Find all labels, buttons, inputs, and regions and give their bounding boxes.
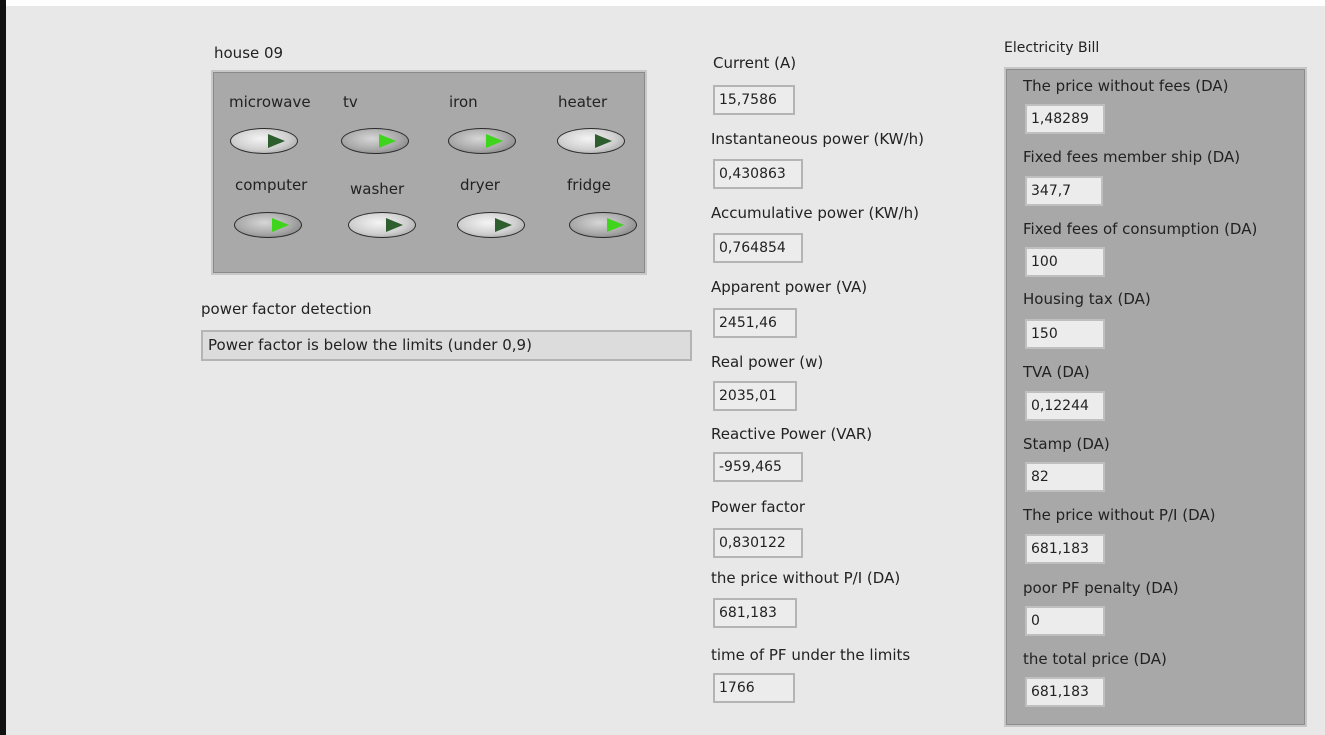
measurement-value-accumulative-power: 0,764854 — [713, 233, 803, 263]
triangle-icon — [495, 218, 512, 232]
device-label-dryer: dryer — [460, 176, 500, 194]
bill-label-fixed-fees-membership: Fixed fees member ship (DA) — [1023, 148, 1241, 166]
switch-tv[interactable] — [341, 128, 409, 154]
window-left-border — [0, 0, 6, 735]
bill-label-housing-tax: Housing tax (DA) — [1023, 290, 1151, 308]
bill-value-price-without-pi: 681,183 — [1025, 534, 1105, 564]
window-top-strip — [6, 0, 1325, 6]
device-label-tv: tv — [343, 93, 358, 111]
measurement-value-price-without-pi: 681,183 — [713, 598, 797, 628]
measurement-label-apparent-power: Apparent power (VA) — [711, 278, 868, 296]
house-device-panel: microwave tv iron heater computer washer… — [211, 70, 647, 275]
bill-title: Electricity Bill — [1004, 40, 1100, 56]
bill-value-housing-tax: 150 — [1025, 319, 1105, 349]
device-label-heater: heater — [558, 93, 608, 111]
pf-detection-label: power factor detection — [201, 300, 372, 318]
device-label-computer: computer — [235, 176, 308, 194]
switch-heater[interactable] — [557, 128, 625, 154]
bill-value-tva: 0,12244 — [1025, 391, 1105, 421]
triangle-icon — [595, 134, 612, 148]
measurement-value-power-factor: 0,830122 — [713, 528, 803, 558]
measurement-label-real-power: Real power (w) — [711, 353, 824, 371]
triangle-icon — [272, 218, 289, 232]
bill-label-price-without-fees: The price without fees (DA) — [1023, 77, 1229, 95]
measurement-label-power-factor: Power factor — [711, 498, 806, 516]
bill-value-stamp: 82 — [1025, 462, 1105, 492]
triangle-icon — [268, 134, 285, 148]
bill-value-fixed-fees-consumption: 100 — [1025, 247, 1105, 277]
triangle-icon — [386, 218, 403, 232]
measurement-label-price-without-pi: the price without P/I (DA) — [711, 569, 901, 587]
bill-label-stamp: Stamp (DA) — [1023, 435, 1110, 453]
bill-label-tva: TVA (DA) — [1023, 363, 1090, 381]
switch-computer[interactable] — [234, 212, 302, 238]
bill-label-poor-pf-penalty: poor PF penalty (DA) — [1023, 579, 1179, 597]
switch-washer[interactable] — [348, 212, 416, 238]
measurement-value-current: 15,7586 — [713, 85, 795, 115]
bill-value-poor-pf-penalty: 0 — [1025, 606, 1105, 636]
switch-dryer[interactable] — [457, 212, 525, 238]
measurement-label-instantaneous-power: Instantaneous power (KW/h) — [711, 130, 924, 148]
bill-label-price-without-pi: The price without P/I (DA) — [1023, 506, 1216, 524]
measurement-value-real-power: 2035,01 — [713, 381, 797, 411]
measurement-label-reactive-power: Reactive Power (VAR) — [711, 425, 873, 443]
switch-iron[interactable] — [448, 128, 516, 154]
bill-label-fixed-fees-consumption: Fixed fees of consumption (DA) — [1023, 220, 1258, 238]
device-label-fridge: fridge — [567, 176, 611, 194]
measurement-value-pf-time: 1766 — [713, 673, 795, 703]
bill-value-fixed-fees-membership: 347,7 — [1025, 176, 1103, 206]
measurement-value-instantaneous-power: 0,430863 — [713, 159, 803, 189]
triangle-icon — [486, 134, 503, 148]
switch-fridge[interactable] — [569, 212, 637, 238]
bill-label-total-price: the total price (DA) — [1023, 650, 1167, 668]
triangle-icon — [379, 134, 396, 148]
bill-value-total-price: 681,183 — [1025, 677, 1105, 707]
measurement-value-reactive-power: -959,465 — [713, 452, 803, 482]
device-label-microwave: microwave — [229, 93, 311, 111]
device-label-washer: washer — [350, 180, 405, 198]
measurement-value-apparent-power: 2451,46 — [713, 308, 797, 338]
measurement-label-current: Current (A) — [713, 54, 797, 72]
measurement-label-accumulative-power: Accumulative power (KW/h) — [711, 204, 919, 222]
house-title: house 09 — [214, 44, 284, 62]
switch-microwave[interactable] — [230, 128, 298, 154]
pf-detection-indicator: Power factor is below the limits (under … — [201, 330, 692, 361]
bill-panel: The price without fees (DA) 1,48289 Fixe… — [1004, 67, 1307, 727]
measurement-label-pf-time: time of PF under the limits — [711, 646, 911, 664]
device-label-iron: iron — [449, 93, 478, 111]
bill-value-price-without-fees: 1,48289 — [1025, 104, 1105, 134]
triangle-icon — [607, 218, 624, 232]
